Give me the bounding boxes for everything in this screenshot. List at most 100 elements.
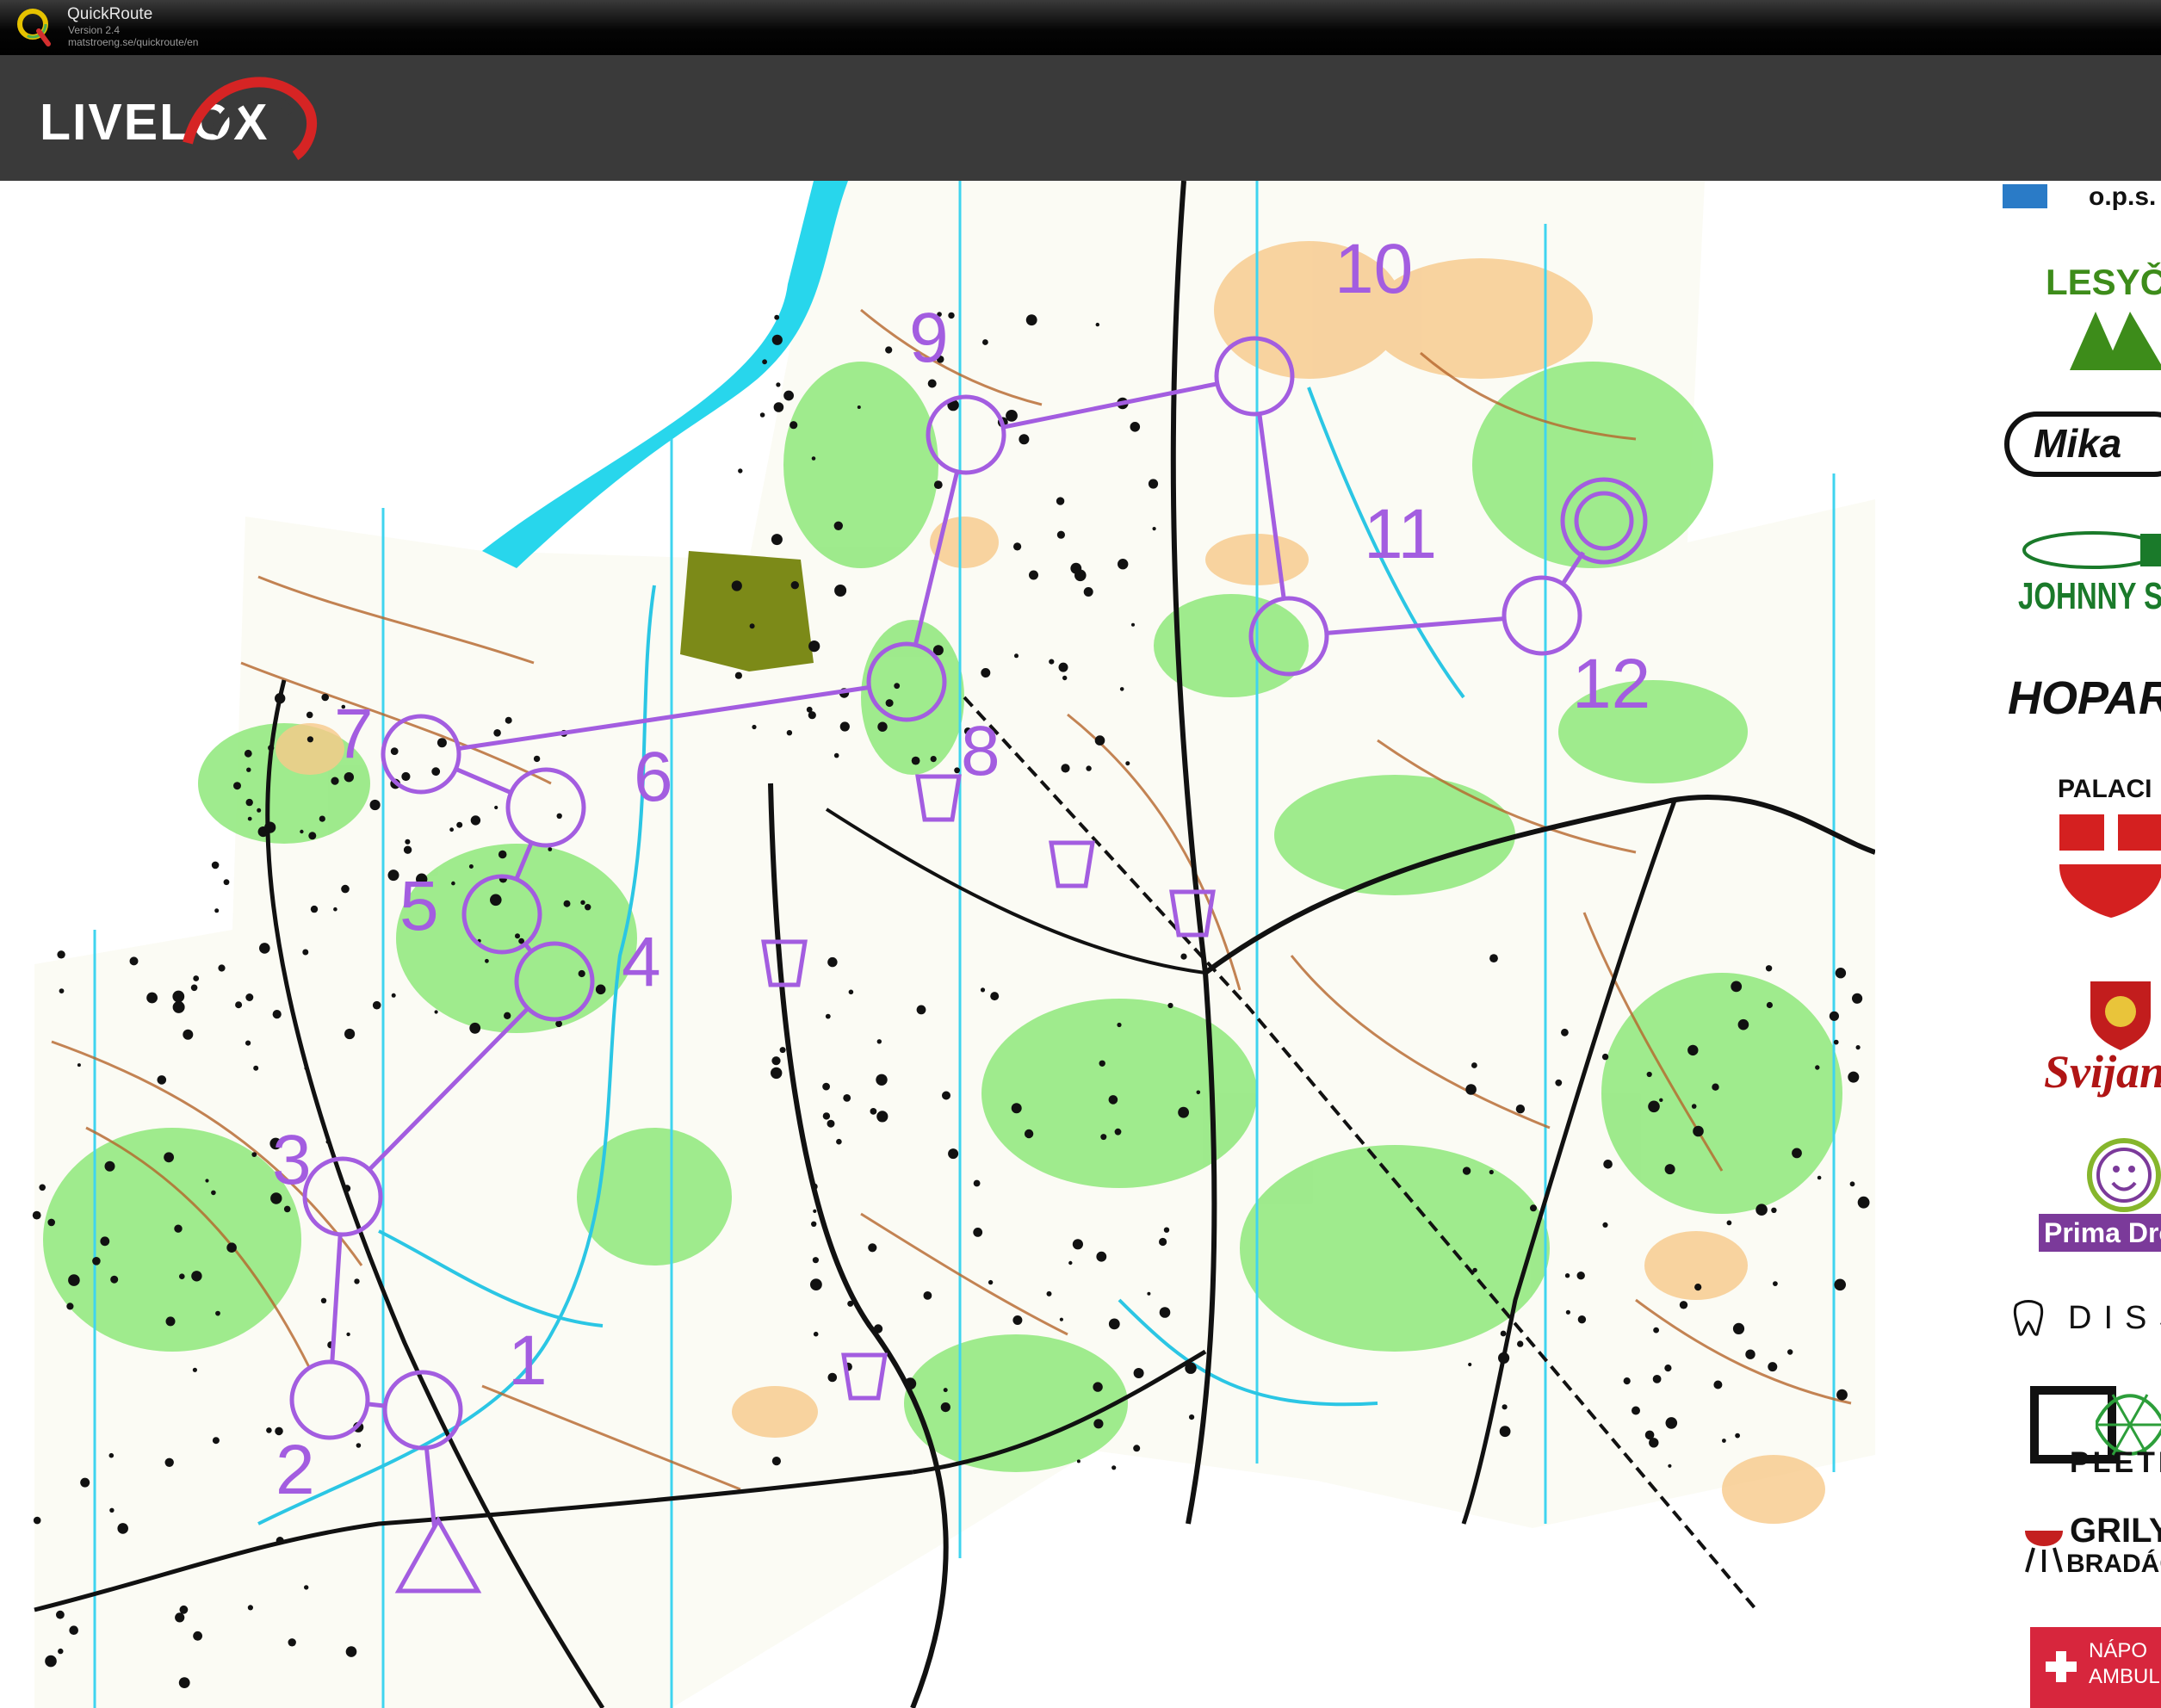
boulder (811, 456, 816, 461)
boulder (1096, 1251, 1107, 1262)
boulder (372, 1000, 381, 1010)
boulder (66, 1303, 74, 1310)
boulder (449, 827, 454, 832)
boulder (344, 772, 354, 783)
boulder (954, 767, 960, 774)
sponsor-diss[interactable]: DISS (1875, 1283, 2161, 1352)
boulder (848, 989, 854, 995)
boulder (580, 900, 585, 905)
boulder (1131, 622, 1135, 627)
boulder (1094, 735, 1105, 746)
boulder (1687, 1044, 1699, 1056)
lesy-mark-icon (2070, 312, 2161, 370)
course-leg (367, 1402, 386, 1408)
boulder (275, 693, 286, 704)
orienteering-map[interactable]: 1 2 3 4 5 6 7 8 9 10 11 12 (0, 181, 1875, 1708)
sponsor-palaci[interactable]: PALACI (1875, 768, 2161, 923)
boulder (172, 990, 185, 1003)
boulder (304, 1585, 309, 1590)
boulder (1006, 410, 1018, 422)
boulder (129, 956, 139, 966)
sponsor-napor[interactable]: NÁPO AMBUL (1875, 1627, 2161, 1708)
boulder (1500, 1330, 1507, 1337)
boulder (1133, 1445, 1141, 1452)
boulder (578, 969, 585, 978)
boulder (32, 1210, 41, 1220)
boulder (212, 1437, 220, 1445)
sponsor-pletil[interactable]: PLETIL (1875, 1386, 2161, 1481)
boulder (876, 1074, 888, 1086)
boulder (1603, 1160, 1613, 1169)
boulder (885, 346, 893, 354)
boulder (734, 671, 743, 679)
boulder (33, 1516, 41, 1525)
boulder (771, 1056, 781, 1066)
boulder (1058, 662, 1068, 672)
sponsor-palaci-label: PALACI (2058, 775, 2152, 803)
sponsor-johnny-label: JOHNNY SE (2018, 575, 2161, 617)
map-canvas[interactable]: 1234567 89101112 (0, 181, 1875, 1708)
boulder (1086, 765, 1092, 771)
boulder (877, 721, 888, 732)
boulder (174, 1224, 183, 1233)
boulder (773, 402, 784, 412)
boulder (790, 581, 799, 590)
boulder (469, 1022, 481, 1034)
boulder (354, 1278, 360, 1284)
boulder (595, 984, 606, 995)
boulder (346, 1332, 350, 1337)
control-number: 9 (909, 299, 949, 377)
sponsor-johnny[interactable]: JOHNNY SE (1875, 525, 2161, 628)
sponsor-lesy[interactable]: LESYČ (1875, 250, 2161, 370)
boulder (1049, 659, 1055, 665)
boulder (825, 1013, 831, 1019)
boulder (1093, 1382, 1103, 1392)
boulder (494, 805, 498, 810)
boulder (1100, 1134, 1107, 1141)
boulder (1555, 1079, 1563, 1086)
boulder (948, 312, 955, 319)
boulder (308, 832, 317, 840)
boulder (306, 711, 313, 719)
boulder (268, 745, 275, 752)
boulder (300, 829, 304, 834)
boulder (973, 1228, 983, 1237)
sponsor-ops[interactable]: o.p.s. (1875, 181, 2161, 215)
boulder (178, 1677, 190, 1688)
boulder (56, 1610, 65, 1619)
boulder (811, 1221, 817, 1228)
control-number: 5 (399, 867, 439, 945)
boulder (1203, 961, 1207, 965)
boulder (164, 1457, 174, 1468)
control-number: 2 (276, 1431, 315, 1509)
sponsor-svijany[interactable]: Svijan (1875, 956, 2161, 1128)
boulder (245, 798, 253, 807)
boulder (857, 405, 861, 409)
boulder (1644, 1430, 1655, 1440)
boulder (288, 1638, 296, 1647)
control-number: 4 (622, 923, 661, 1001)
boulder (244, 749, 252, 758)
boulder (943, 1388, 948, 1393)
boulder (827, 1119, 835, 1128)
boulder (146, 992, 158, 1004)
sponsor-grily[interactable]: GRILY BRADÁČ (1875, 1507, 2161, 1593)
boulder (191, 1271, 202, 1282)
boulder (1068, 1260, 1073, 1266)
boulder (211, 1190, 216, 1196)
boulder (1163, 1227, 1170, 1233)
sponsor-napor-label: NÁPO (2089, 1639, 2148, 1662)
boulder (1108, 1318, 1120, 1330)
boulder (405, 839, 411, 845)
tooth-icon (2013, 1300, 2044, 1336)
sponsor-hopar[interactable]: HOPAR (1875, 663, 2161, 732)
boulder (1189, 1414, 1195, 1420)
sponsor-mika[interactable]: Mika (1875, 406, 2161, 477)
boulder (870, 1108, 877, 1115)
boulder (1561, 1028, 1569, 1037)
boulder (117, 1523, 128, 1534)
sponsor-panel: o.p.s. LESYČ Mika JOHNNY SE HOPAR PALACI (1875, 181, 2161, 1708)
sponsor-primadrogerie[interactable]: Prima Drog (1875, 1128, 2161, 1266)
boulder (1664, 1365, 1672, 1372)
boulder (164, 1152, 175, 1163)
